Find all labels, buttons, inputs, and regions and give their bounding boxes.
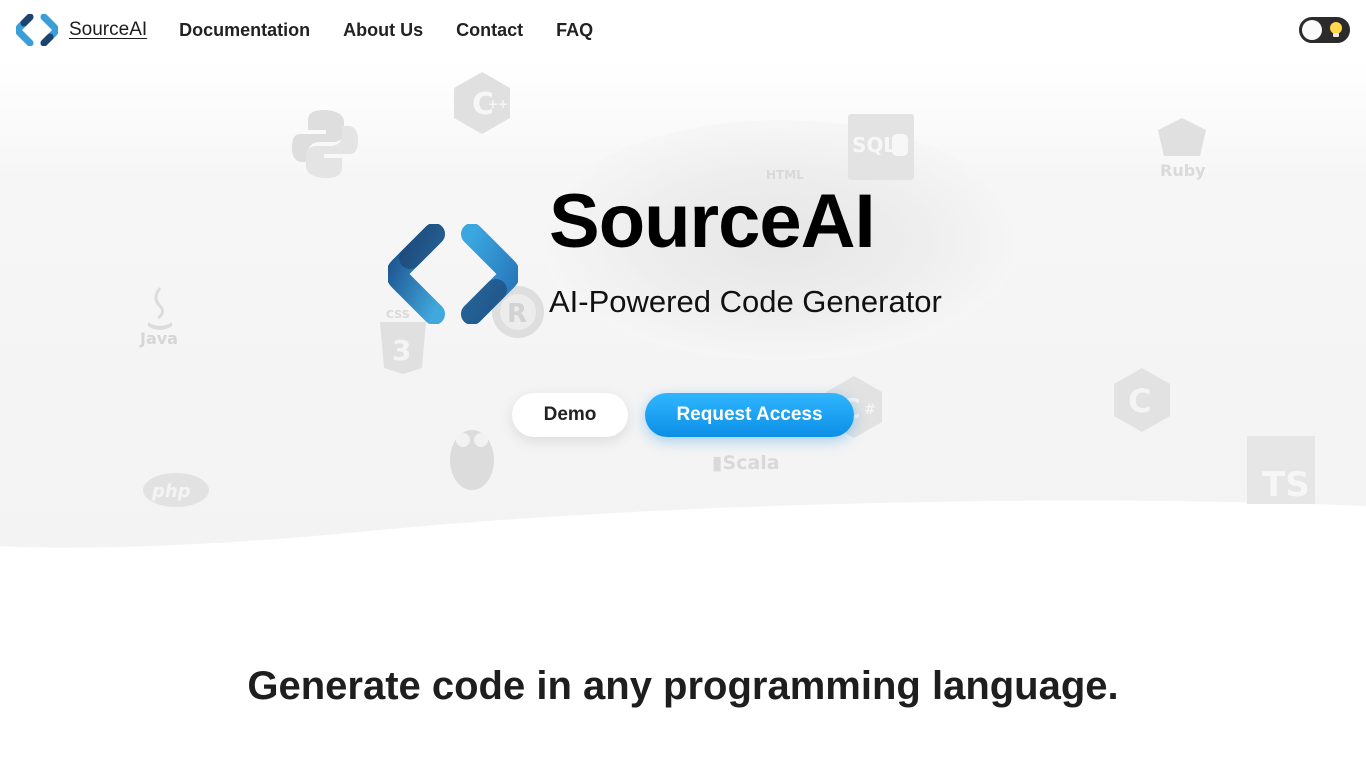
svg-text:C: C xyxy=(1128,382,1151,420)
logo-icon[interactable] xyxy=(16,14,58,46)
lightbulb-icon xyxy=(1330,22,1342,37)
nav-link-faq[interactable]: FAQ xyxy=(556,20,593,41)
section-title: Generate code in any programming languag… xyxy=(247,664,1119,708)
nav-link-about-us[interactable]: About Us xyxy=(343,20,423,41)
svg-text:TS: TS xyxy=(1262,465,1310,504)
scala-icon: ▮Scala xyxy=(712,452,780,474)
demo-button[interactable]: Demo xyxy=(512,393,628,437)
svg-text:Java: Java xyxy=(139,329,178,348)
nav-link-documentation[interactable]: Documentation xyxy=(179,20,310,41)
svg-text:php: php xyxy=(151,481,191,502)
hero-logo-icon xyxy=(388,224,518,324)
java-icon: Java xyxy=(139,287,178,348)
sql-icon: SQL xyxy=(848,114,914,180)
svg-text:3: 3 xyxy=(392,334,411,367)
hero-section: C ++ SQL HTML Ruby Java CSS 3 R C # C ▮S xyxy=(0,0,1366,560)
ruby-icon: Ruby xyxy=(1158,118,1206,180)
go-gopher-icon xyxy=(450,430,494,490)
toggle-knob xyxy=(1302,20,1322,40)
svg-text:Ruby: Ruby xyxy=(1160,161,1206,180)
brand-link[interactable]: SourceAI xyxy=(69,19,147,41)
svg-text:#: # xyxy=(864,402,876,418)
cpp-icon: C ++ xyxy=(454,72,510,134)
php-icon: php xyxy=(143,473,209,507)
theme-toggle[interactable] xyxy=(1299,17,1350,43)
svg-text:SQL: SQL xyxy=(852,133,896,157)
top-nav: SourceAI Documentation About Us Contact … xyxy=(0,0,1366,60)
request-access-button[interactable]: Request Access xyxy=(645,393,854,437)
c-icon: C xyxy=(1114,368,1170,432)
ts-icon: TS xyxy=(1247,436,1315,504)
hero-subtitle: AI-Powered Code Generator xyxy=(549,284,942,319)
hero-title: SourceAI xyxy=(549,179,876,264)
nav-link-contact[interactable]: Contact xyxy=(456,20,523,41)
svg-text:++: ++ xyxy=(488,97,508,111)
python-icon xyxy=(292,110,358,178)
